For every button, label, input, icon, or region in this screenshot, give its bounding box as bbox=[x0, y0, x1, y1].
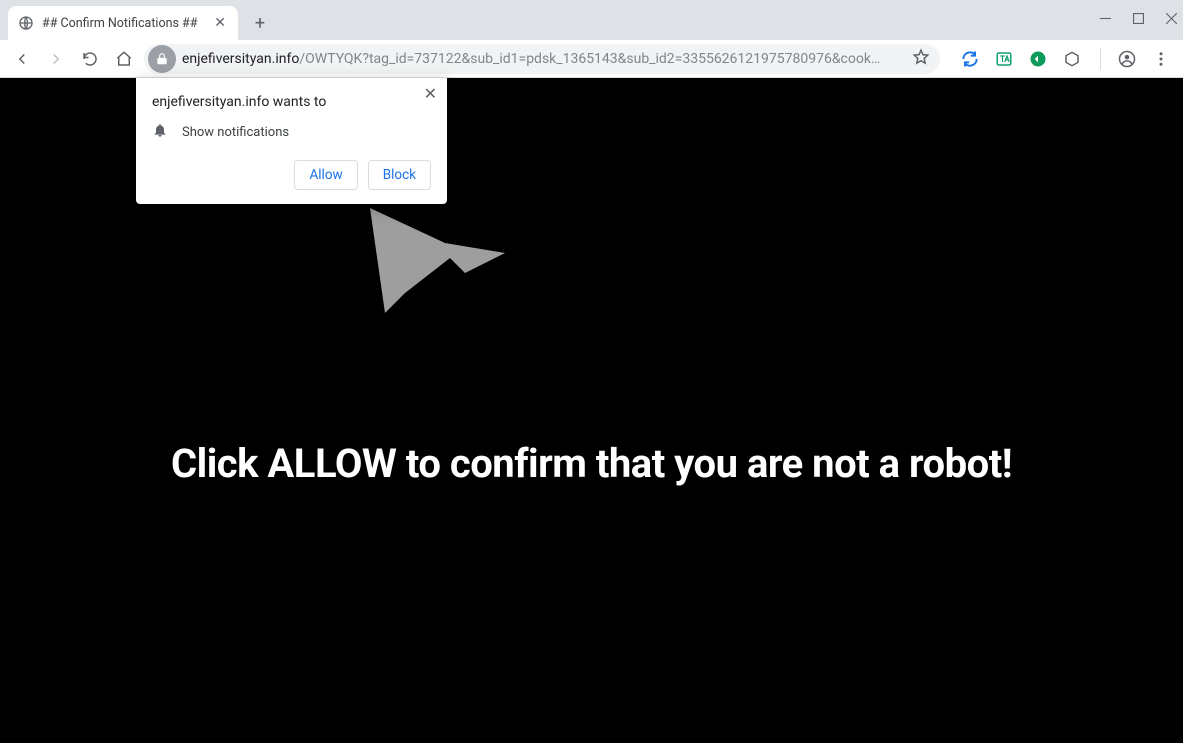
browser-toolbar: enjefiversityan.info/OWTYQK?tag_id=73712… bbox=[0, 40, 1183, 78]
tab-title: ## Confirm Notifications ## bbox=[42, 16, 197, 31]
kebab-menu-icon[interactable] bbox=[1147, 45, 1175, 73]
window-close-button[interactable] bbox=[1166, 12, 1177, 28]
permission-capability-text: Show notifications bbox=[182, 125, 289, 140]
allow-button[interactable]: Allow bbox=[294, 160, 357, 190]
profile-avatar-icon[interactable] bbox=[1113, 45, 1141, 73]
forward-button[interactable] bbox=[42, 45, 70, 73]
dialog-close-icon[interactable]: ✕ bbox=[424, 86, 437, 102]
url-text: enjefiversityan.info/OWTYQK?tag_id=73712… bbox=[182, 51, 906, 67]
reload-button[interactable] bbox=[76, 45, 104, 73]
adblock-ext-icon[interactable] bbox=[1028, 49, 1048, 69]
url-path: /OWTYQK?tag_id=737122&sub_id1=pdsk_13651… bbox=[299, 51, 880, 67]
back-button[interactable] bbox=[8, 45, 36, 73]
home-button[interactable] bbox=[110, 45, 138, 73]
page-content: ✕ enjefiversityan.info wants to Show not… bbox=[0, 78, 1183, 743]
bookmark-star-icon[interactable] bbox=[912, 48, 930, 70]
window-minimize-button[interactable] bbox=[1100, 12, 1111, 28]
permission-capability-row: Show notifications bbox=[152, 122, 431, 142]
site-info-lock-icon[interactable] bbox=[148, 45, 176, 73]
new-tab-button[interactable]: + bbox=[246, 9, 274, 37]
hero-message: Click ALLOW to confirm that you are not … bbox=[0, 440, 1183, 487]
browser-tab[interactable]: ## Confirm Notifications ## ✕ bbox=[8, 6, 238, 40]
translate-ext-icon[interactable] bbox=[994, 49, 1014, 69]
cube-ext-icon[interactable] bbox=[1062, 49, 1082, 69]
url-host: enjefiversityan.info bbox=[182, 51, 299, 67]
extension-icons bbox=[946, 49, 1088, 69]
sync-icon[interactable] bbox=[960, 49, 980, 69]
toolbar-divider bbox=[1100, 48, 1101, 70]
address-bar[interactable]: enjefiversityan.info/OWTYQK?tag_id=73712… bbox=[144, 44, 940, 74]
block-button[interactable]: Block bbox=[368, 160, 431, 190]
globe-icon bbox=[18, 15, 34, 31]
permission-origin-text: enjefiversityan.info wants to bbox=[152, 94, 431, 110]
tab-close-icon[interactable]: ✕ bbox=[212, 14, 228, 32]
permission-actions: Allow Block bbox=[152, 160, 431, 190]
window-controls bbox=[1100, 0, 1177, 40]
notification-permission-dialog: ✕ enjefiversityan.info wants to Show not… bbox=[136, 78, 447, 204]
window-maximize-button[interactable] bbox=[1133, 12, 1144, 28]
tab-strip: ## Confirm Notifications ## ✕ + bbox=[0, 0, 1183, 40]
bell-icon bbox=[152, 122, 168, 142]
